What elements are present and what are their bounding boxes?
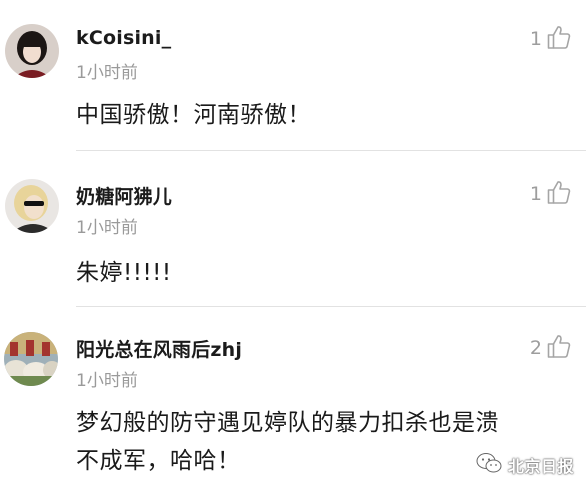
timestamp: 1小时前 (76, 218, 138, 238)
username[interactable]: 阳光总在风雨后zhj (76, 335, 242, 362)
comment-text: 朱婷!!!!! (76, 260, 172, 286)
username[interactable]: kCoisini_ (76, 27, 171, 49)
timestamp: 1小时前 (76, 371, 138, 391)
like-button[interactable]: 1 (530, 180, 572, 208)
thumbs-up-icon (546, 333, 572, 363)
comment-item: 奶糖阿狒儿 1小时前 1 朱婷!!!!! (0, 151, 586, 306)
comment-text-line: 梦幻般的防守遇见婷队的暴力扣杀也是溃 (76, 410, 499, 436)
avatar[interactable] (5, 24, 59, 78)
like-count: 2 (529, 337, 542, 359)
comment-text: 中国骄傲！河南骄傲！ (76, 102, 311, 128)
username[interactable]: 奶糖阿狒儿 (76, 182, 172, 209)
thumbs-up-icon (546, 24, 572, 54)
watermark-text: 北京日报 (507, 457, 574, 476)
like-count: 1 (529, 28, 542, 50)
watermark: 北京日报 (476, 452, 574, 478)
avatar[interactable] (4, 332, 58, 386)
like-button[interactable]: 1 (530, 25, 572, 53)
comment-item: kCoisini_ 1小时前 1 中国骄傲！河南骄傲！ (0, 0, 586, 150)
wechat-icon (476, 452, 502, 478)
avatar[interactable] (5, 179, 59, 233)
like-count: 1 (529, 183, 542, 205)
timestamp: 1小时前 (76, 63, 138, 83)
thumbs-up-icon (546, 179, 572, 209)
like-button[interactable]: 2 (530, 334, 572, 362)
